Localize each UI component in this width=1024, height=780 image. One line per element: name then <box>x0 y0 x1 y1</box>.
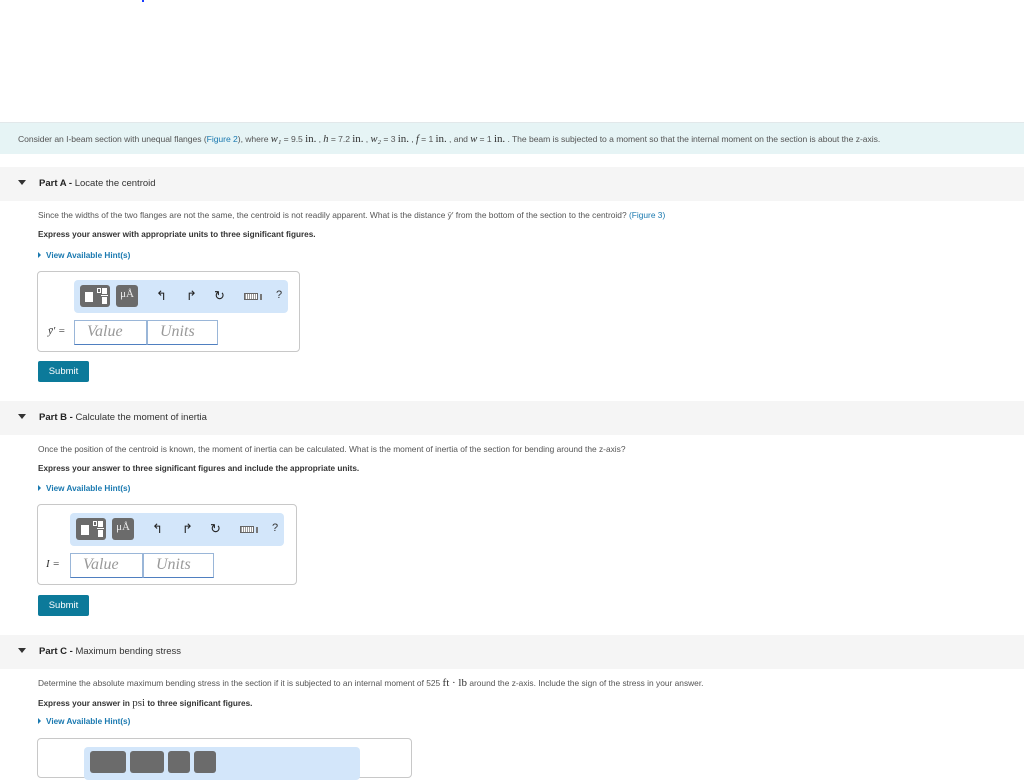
units-button[interactable]: μÅ <box>116 285 138 307</box>
expand-triangle-icon <box>38 485 41 491</box>
part-c-answer-box <box>37 738 412 780</box>
problem-statement: Consider an I-beam section with unequal … <box>0 122 1024 154</box>
redo-icon[interactable]: ↱ <box>186 288 197 304</box>
collapse-caret-icon[interactable] <box>18 180 26 185</box>
collapse-caret-icon[interactable] <box>18 648 26 653</box>
part-a-question: Since the widths of the two flanges are … <box>38 210 666 220</box>
part-a-hints-link[interactable]: View Available Hint(s) <box>38 251 130 260</box>
part-c-question: Determine the absolute maximum bending s… <box>38 677 704 689</box>
part-c-instruction: Express your answer in psi to three sign… <box>38 697 253 709</box>
templates-button[interactable] <box>80 285 110 307</box>
keyboard-icon[interactable] <box>240 526 254 533</box>
units-button[interactable]: μÅ <box>112 518 134 540</box>
templates-button[interactable] <box>76 518 106 540</box>
help-button[interactable]: ? <box>276 289 282 301</box>
math-toolbar: μÅ ↰ ↱ ↻ ? <box>70 513 284 546</box>
units-input[interactable]: Units <box>147 320 218 345</box>
variable-label: I = <box>46 558 60 570</box>
figure-2-link[interactable]: Figure 2 <box>207 134 238 144</box>
part-b-hints-link[interactable]: View Available Hint(s) <box>38 484 130 493</box>
math-toolbar: μÅ ↰ ↱ ↻ ? <box>74 280 288 313</box>
figure-3-link[interactable]: (Figure 3) <box>629 210 665 220</box>
keyboard-icon[interactable] <box>244 293 258 300</box>
part-b-header[interactable]: Part B - Calculate the moment of inertia <box>0 401 1024 435</box>
reset-icon[interactable]: ↻ <box>214 288 225 304</box>
symbols-button[interactable] <box>194 751 216 773</box>
collapse-caret-icon[interactable] <box>18 414 26 419</box>
units-button[interactable] <box>130 751 164 773</box>
math-toolbar <box>84 747 360 780</box>
part-a-instruction: Express your answer with appropriate uni… <box>38 230 316 239</box>
part-c-header[interactable]: Part C - Maximum bending stress <box>0 635 1024 669</box>
page-marker <box>142 0 144 2</box>
redo-icon[interactable]: ↱ <box>182 521 193 537</box>
vector-button[interactable] <box>168 751 190 773</box>
part-b-question: Once the position of the centroid is kno… <box>38 444 626 454</box>
part-a-header[interactable]: Part A - Locate the centroid <box>0 167 1024 201</box>
part-a-title: Part A - Locate the centroid <box>39 178 156 189</box>
undo-icon[interactable]: ↰ <box>152 521 163 537</box>
part-c-title: Part C - Maximum bending stress <box>39 646 182 657</box>
keyboard-shortcuts-icon <box>260 294 262 300</box>
keyboard-shortcuts-icon <box>256 527 258 533</box>
help-button[interactable]: ? <box>272 522 278 534</box>
units-input[interactable]: Units <box>143 553 214 578</box>
expand-triangle-icon <box>38 718 41 724</box>
reset-icon[interactable]: ↻ <box>210 521 221 537</box>
part-b-submit-button[interactable]: Submit <box>38 595 89 616</box>
part-c-hints-link[interactable]: View Available Hint(s) <box>38 717 130 726</box>
problem-text: Consider an I-beam section with unequal … <box>18 133 881 145</box>
variable-label: ȳ′ = <box>48 325 66 337</box>
part-b-answer-box: μÅ ↰ ↱ ↻ ? I = Value Units <box>37 504 297 585</box>
part-a-submit-button[interactable]: Submit <box>38 361 89 382</box>
templates-button[interactable] <box>90 751 126 773</box>
value-input[interactable]: Value <box>70 553 143 578</box>
part-b-title: Part B - Calculate the moment of inertia <box>39 412 207 423</box>
expand-triangle-icon <box>38 252 41 258</box>
value-input[interactable]: Value <box>74 320 147 345</box>
part-a-answer-box: μÅ ↰ ↱ ↻ ? ȳ′ = Value Units <box>37 271 300 352</box>
part-b-instruction: Express your answer to three significant… <box>38 464 360 473</box>
undo-icon[interactable]: ↰ <box>156 288 167 304</box>
